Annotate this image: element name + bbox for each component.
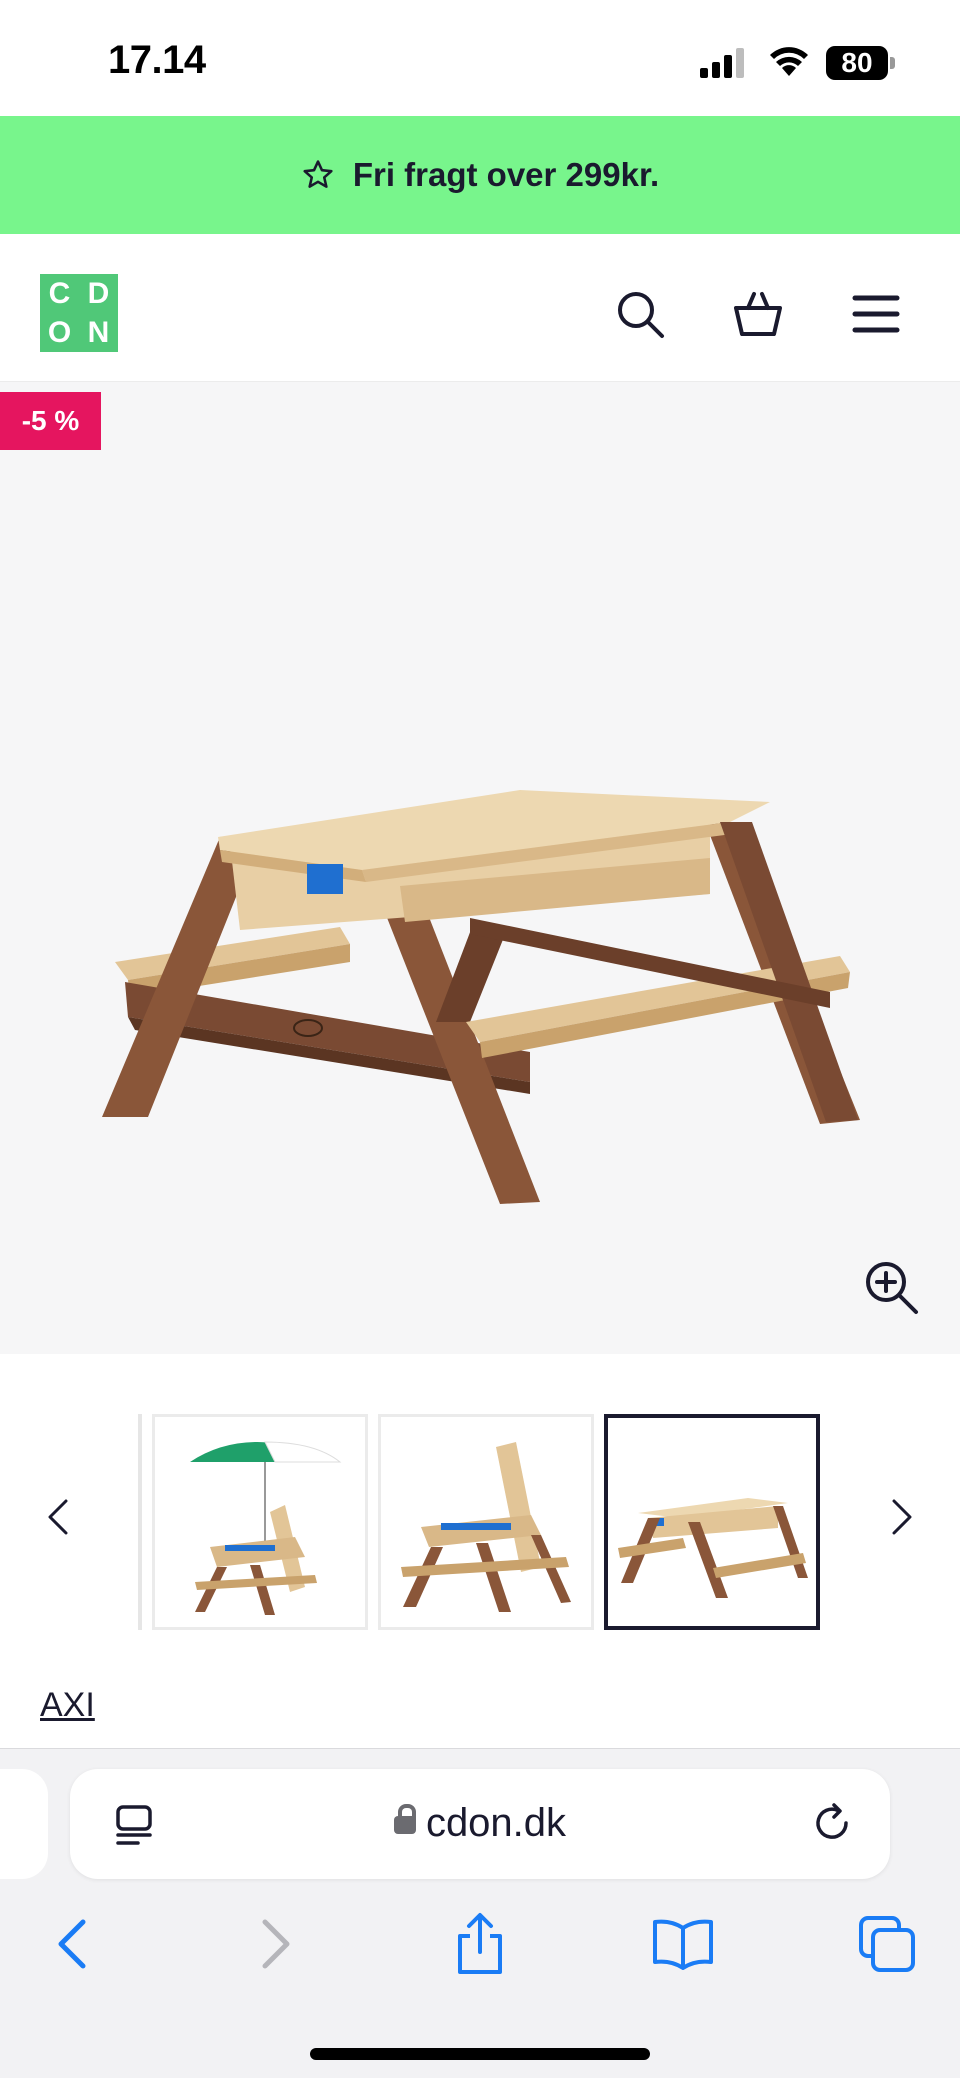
cellular-signal-icon — [700, 48, 744, 78]
thumbnail-1[interactable] — [152, 1414, 368, 1630]
battery-level: 80 — [826, 46, 888, 80]
brand-link[interactable]: AXI — [40, 1686, 95, 1725]
search-icon — [618, 292, 664, 338]
browser-toolbar: cdon.dk — [0, 1748, 960, 2078]
status-time: 17.14 — [108, 38, 206, 82]
url-text: cdon.dk — [425, 1801, 567, 1845]
promo-banner[interactable]: Fri fragt over 299kr. — [0, 116, 960, 234]
chevron-left-icon — [48, 1499, 68, 1535]
share-icon — [458, 1913, 502, 1974]
forward-button[interactable] — [242, 1909, 312, 1979]
basket-button[interactable] — [730, 286, 786, 342]
tabs-icon — [859, 1916, 915, 1972]
lock-icon — [393, 1804, 416, 1834]
wifi-icon — [770, 47, 808, 76]
share-button[interactable] — [445, 1909, 515, 1979]
basket-icon — [734, 292, 782, 336]
chevron-right-icon — [892, 1499, 912, 1535]
thumbnail-2[interactable] — [378, 1414, 594, 1630]
thumbnail-image — [401, 1442, 571, 1612]
thumbnail-carousel — [0, 1354, 960, 1642]
reload-icon[interactable] — [810, 1801, 854, 1845]
search-button[interactable] — [612, 286, 668, 342]
product-image-area[interactable]: -5 % — [0, 382, 960, 1354]
logo-letter: O — [47, 315, 72, 349]
tabs-button[interactable] — [852, 1909, 922, 1979]
previous-tab-peek[interactable] — [0, 1769, 48, 1879]
carousel-next-button[interactable] — [890, 1492, 914, 1546]
battery-icon: 80 — [826, 46, 896, 80]
forward-icon — [262, 1919, 290, 1969]
logo-letter: N — [87, 315, 110, 349]
logo-letter: D — [87, 276, 110, 310]
url-display: cdon.dk — [70, 1801, 890, 1846]
address-bar[interactable]: cdon.dk — [70, 1769, 890, 1879]
carousel-prev-button[interactable] — [46, 1492, 70, 1546]
zoom-in-icon[interactable] — [862, 1258, 922, 1318]
star-icon — [303, 160, 333, 188]
thumbnail-image — [190, 1441, 342, 1615]
bookmarks-icon — [653, 1919, 713, 1970]
back-button[interactable] — [36, 1909, 106, 1979]
bookmarks-button[interactable] — [648, 1909, 718, 1979]
product-image — [102, 790, 860, 1204]
logo-letter: C — [48, 276, 71, 310]
thumbnail-partial — [138, 1414, 142, 1630]
menu-button[interactable] — [848, 286, 904, 342]
cdon-logo[interactable]: C D O N — [40, 274, 118, 352]
status-bar: 17.14 80 — [0, 0, 960, 116]
thumbnail-image — [618, 1498, 808, 1598]
thumbnail-3-active[interactable] — [604, 1414, 820, 1630]
site-header: C D O N — [0, 234, 960, 382]
back-icon — [58, 1919, 86, 1969]
menu-icon — [852, 295, 900, 333]
home-indicator[interactable] — [310, 2048, 650, 2060]
promo-text: Fri fragt over 299kr. — [352, 156, 660, 193]
